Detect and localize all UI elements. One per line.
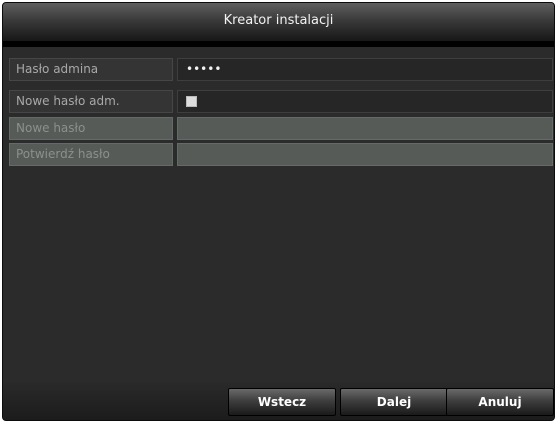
admin-password-label: Hasło admina (9, 58, 173, 81)
wizard-footer: Wstecz Dalej Anuluj (3, 382, 554, 420)
new-admin-password-toggle-cell (177, 90, 553, 113)
confirm-password-row: Potwierdź hasło (9, 143, 553, 166)
new-admin-password-checkbox[interactable] (186, 96, 197, 107)
installation-wizard-window: Kreator instalacji Hasło admina ••••• No… (2, 2, 555, 421)
new-password-input[interactable] (177, 117, 553, 140)
new-password-label: Nowe hasło (9, 117, 173, 140)
title-separator (3, 41, 554, 47)
new-admin-password-label: Nowe hasło adm. (9, 90, 173, 113)
title-bar: Kreator instalacji (3, 3, 554, 42)
cancel-button[interactable]: Anuluj (446, 388, 554, 416)
next-button[interactable]: Dalej (340, 388, 448, 416)
admin-password-input[interactable]: ••••• (177, 58, 553, 81)
new-admin-password-row: Nowe hasło adm. (9, 90, 553, 113)
confirm-password-label: Potwierdź hasło (9, 143, 173, 166)
admin-password-row: Hasło admina ••••• (9, 58, 553, 81)
window-title: Kreator instalacji (223, 13, 334, 28)
back-button[interactable]: Wstecz (228, 388, 336, 416)
confirm-password-input[interactable] (177, 143, 553, 166)
new-password-row: Nowe hasło (9, 117, 553, 140)
